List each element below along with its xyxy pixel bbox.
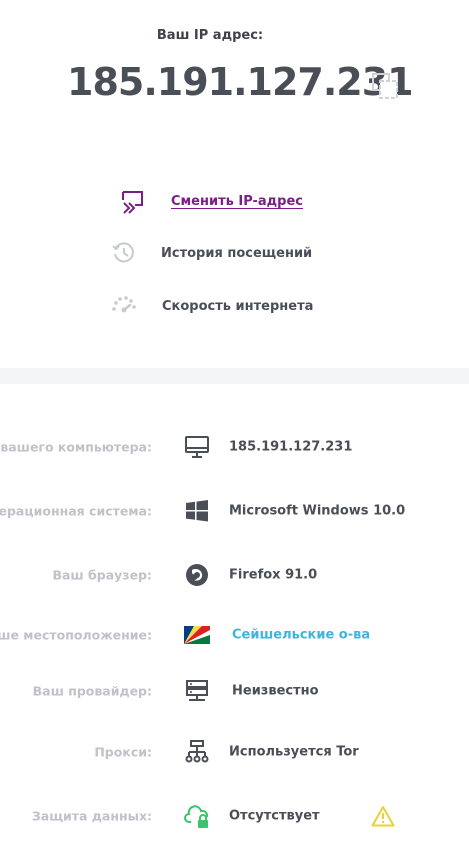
warning-icon[interactable] [371,805,395,827]
section-divider [0,368,469,384]
protection-value: Отсутствует [229,808,320,824]
server-icon [186,680,208,701]
os-value: Microsoft Windows 10.0 [229,503,406,519]
change-ip-action[interactable]: Сменить IP-адрес [120,188,303,214]
history-clock-icon [112,242,134,263]
detail-row-location: Ваше местоположение: Сейшельские о-ва [0,615,469,655]
detail-row-browser: Ваш браузер: Firefox 91.0 [0,555,469,595]
location-value[interactable]: Сейшельские о-ва [232,628,370,643]
history-action[interactable]: История посещений [111,240,312,266]
browser-label: Ваш браузер: [52,567,152,583]
protection-label: Защита данных: [31,808,152,824]
firefox-icon [186,564,208,586]
provider-value: Неизвестно [232,683,319,699]
switch-ip-icon [122,191,143,214]
location-label: Ваше местоположение: [0,627,152,643]
speedometer-icon [112,296,136,313]
windows-logo-icon [186,500,208,522]
network-icon [185,740,209,763]
detail-row-provider: Ваш провайдер: Неизвестно [0,671,469,711]
copy-icon[interactable] [370,71,400,101]
os-label: Операционная система: [0,503,152,519]
provider-label: Ваш провайдер: [32,683,152,699]
browser-value: Firefox 91.0 [229,567,318,583]
detail-row-proxy: Прокси: Используется Tor [0,732,469,772]
proxy-value: Используется Tor [229,744,359,760]
detail-row-ip: IP вашего компьютера: 185.191.127.231 [0,427,469,467]
ip-caption: Ваш IP адрес: [156,28,264,43]
ip-address-display: 185.191.127.231 [67,60,414,104]
detail-row-os: Операционная система: Microsoft Windows … [0,491,469,531]
proxy-label: Прокси: [94,744,152,760]
detail-row-protection: Защита данных: Отсутствует [0,796,469,836]
history-link[interactable]: История посещений [161,246,312,261]
ip-value: 185.191.127.231 [229,439,353,455]
seychelles-flag-icon [184,626,210,644]
change-ip-link[interactable]: Сменить IP-адрес [171,194,303,209]
cloud-lock-icon [184,805,209,828]
ip-summary-panel: Ваш IP адрес: 185.191.127.231 Сменить IP… [0,0,469,368]
monitor-icon [185,436,209,458]
ip-label: IP вашего компьютера: [0,439,152,455]
speed-action[interactable]: Скорость интернета [111,293,313,319]
speed-link[interactable]: Скорость интернета [162,299,313,314]
